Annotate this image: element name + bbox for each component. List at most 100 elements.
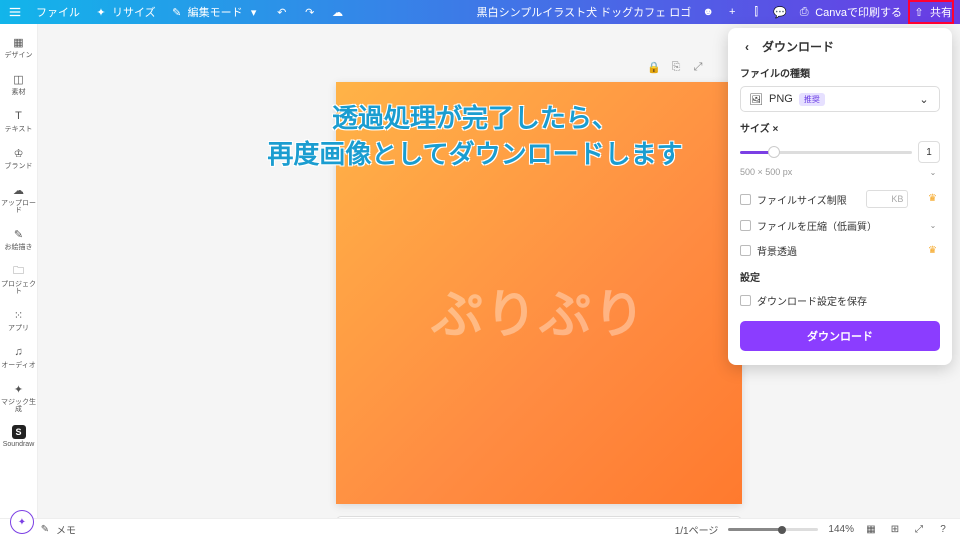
option-label: ファイルを圧縮（低画質） [757, 218, 877, 233]
kb-input[interactable]: KB [866, 190, 908, 208]
sidebar-item-magic[interactable]: ✦ マジック生成 [0, 377, 37, 417]
sidebar-item-soundraw[interactable]: SSoundraw [0, 421, 37, 452]
cloud-icon[interactable]: ☁ [331, 5, 345, 19]
lock-icon[interactable]: 🔒 [647, 60, 661, 74]
expand-icon[interactable]: ⤢ [691, 60, 705, 74]
crown-icon: ♛ [928, 245, 940, 257]
ai-assistant-button[interactable]: ✦ [10, 510, 34, 534]
sidebar-item-project[interactable]: 🗀 プロジェクト [0, 259, 37, 299]
overlay-line2: 再度画像としてダウンロードします [215, 136, 735, 172]
chevron-down-icon[interactable]: ⌄ [926, 165, 940, 179]
page-indicator[interactable]: 1/1ページ [675, 522, 719, 537]
option-label: ファイルサイズ制限 [757, 192, 847, 207]
size-value[interactable]: 1 [918, 141, 940, 163]
notes-button[interactable]: ✎メモ [38, 522, 76, 537]
undo-icon[interactable]: ↶ [275, 5, 289, 19]
checkbox[interactable] [740, 295, 751, 306]
thumbnails-icon[interactable]: ⊞ [888, 523, 902, 537]
checkbox[interactable] [740, 194, 751, 205]
sidebar-label: テキスト [5, 126, 33, 133]
option-transparent-bg[interactable]: 背景透過 ♛ [740, 238, 940, 263]
grid-icon[interactable]: ▦ [864, 523, 878, 537]
settings-label: 設定 [740, 269, 940, 284]
file-menu[interactable]: ファイル [36, 4, 80, 20]
sidebar-label: お絵描き [5, 244, 33, 251]
filetype-select[interactable]: 🖼 PNG 推奨 ⌄ [740, 86, 940, 112]
menu-icon[interactable] [8, 5, 22, 19]
bottom-bar: ✦ ✎メモ 1/1ページ 144% ▦ ⊞ ⤢ ? [0, 518, 960, 540]
left-sidebar: ▦デザイン ◫ 素材 T テキスト ♔ブランド ☁アップロード ✎ お絵描き 🗀 プロジ… [0, 24, 38, 518]
panel-title: ダウンロード [762, 38, 834, 55]
sidebar-item-audio[interactable]: ♫ オーディオ [0, 340, 37, 373]
notes-icon: ✎ [38, 523, 52, 537]
sidebar-label: アプリ [8, 325, 29, 332]
draw-icon: ✎ [11, 226, 27, 242]
apps-icon: ⁙ [11, 307, 27, 323]
folder-icon: 🗀 [11, 263, 27, 279]
music-icon: ♫ [11, 344, 27, 360]
sidebar-label: マジック生成 [0, 399, 37, 413]
chevron-down-icon: ▾ [247, 5, 261, 19]
help-icon[interactable]: ? [936, 523, 950, 537]
sidebar-item-design[interactable]: ▦デザイン [0, 30, 37, 63]
sparkle-icon: ✦ [18, 517, 26, 528]
filetype-value: PNG [769, 93, 793, 105]
canvas-toolbar: 🔒 ⎘ ⤢ [647, 60, 705, 74]
sidebar-item-text[interactable]: T テキスト [0, 104, 37, 137]
duplicate-icon[interactable]: ⎘ [669, 60, 683, 74]
sidebar-item-brand[interactable]: ♔ブランド [0, 141, 37, 174]
share-label: 共有 [930, 4, 952, 20]
zoom-value[interactable]: 144% [828, 524, 854, 535]
overlay-line1: 透過処理が完了したら、 [215, 100, 735, 136]
option-filesize-limit[interactable]: ファイルサイズ制限 KB ♛ [740, 185, 940, 213]
filetype-badge: 推奨 [799, 93, 825, 106]
option-save-settings[interactable]: ダウンロード設定を保存 [740, 288, 940, 313]
size-hint: 500 × 500 px [740, 167, 792, 177]
resize-menu[interactable]: ✦ リサイズ [94, 4, 156, 20]
brand-icon: ♔ [11, 145, 27, 161]
sidebar-label: アップロード [0, 200, 37, 214]
share-icon: ⇧ [912, 5, 926, 19]
resize-label: リサイズ [112, 4, 156, 20]
option-label: ダウンロード設定を保存 [757, 293, 867, 308]
collab-icon[interactable]: ☻ [701, 5, 715, 19]
editmode-menu[interactable]: ✎編集モード▾ [170, 4, 261, 20]
size-slider[interactable] [740, 151, 912, 154]
sidebar-item-apps[interactable]: ⁙ アプリ [0, 303, 37, 336]
checkbox[interactable] [740, 220, 751, 231]
topbar-left: ファイル ✦ リサイズ ✎編集モード▾ ↶ ↷ ☁ [8, 4, 345, 20]
redo-icon[interactable]: ↷ [303, 5, 317, 19]
wand-icon: ✦ [11, 381, 27, 397]
sidebar-label: 素材 [12, 89, 26, 96]
plus-icon[interactable]: + [725, 5, 739, 19]
chevron-down-icon: ⌄ [926, 219, 940, 233]
crown-icon: ♛ [928, 193, 940, 205]
fullscreen-icon[interactable]: ⤢ [912, 523, 926, 537]
chevron-down-icon: ⌄ [917, 92, 931, 106]
sidebar-item-draw[interactable]: ✎ お絵描き [0, 222, 37, 255]
watermark-text: ぷりぷり [431, 272, 647, 347]
chart-icon[interactable]: ⫿ [749, 5, 763, 19]
share-button[interactable]: ⇧ 共有 [912, 4, 952, 20]
text-icon: T [11, 108, 27, 124]
checkbox[interactable] [740, 245, 751, 256]
soundraw-icon: S [12, 425, 26, 439]
sparkle-icon: ✦ [94, 5, 108, 19]
sidebar-item-upload[interactable]: ☁アップロード [0, 178, 37, 218]
shapes-icon: ◫ [11, 71, 27, 87]
option-compress[interactable]: ファイルを圧縮（低画質） ⌄ [740, 213, 940, 238]
comment-icon[interactable]: 💬 [773, 5, 787, 19]
sidebar-label: オーディオ [1, 362, 36, 369]
sidebar-label: プロジェクト [0, 281, 37, 295]
option-label: 背景透過 [757, 243, 797, 258]
zoom-slider[interactable] [728, 528, 818, 531]
filetype-label: ファイルの種類 [740, 65, 940, 80]
sidebar-item-elements[interactable]: ◫ 素材 [0, 67, 37, 100]
back-icon[interactable]: ‹ [740, 40, 754, 54]
download-panel: ‹ ダウンロード ファイルの種類 🖼 PNG 推奨 ⌄ サイズ × 1 500 … [728, 28, 952, 365]
pencil-icon: ✎ [170, 5, 184, 19]
instruction-overlay: 透過処理が完了したら、 再度画像としてダウンロードします [215, 100, 735, 173]
print-button[interactable]: ⎙Canvaで印刷する [797, 4, 902, 20]
download-button[interactable]: ダウンロード [740, 321, 940, 351]
document-title[interactable]: 黒白シンプルイラスト犬 ドッグカフェ ロゴ [477, 4, 692, 20]
